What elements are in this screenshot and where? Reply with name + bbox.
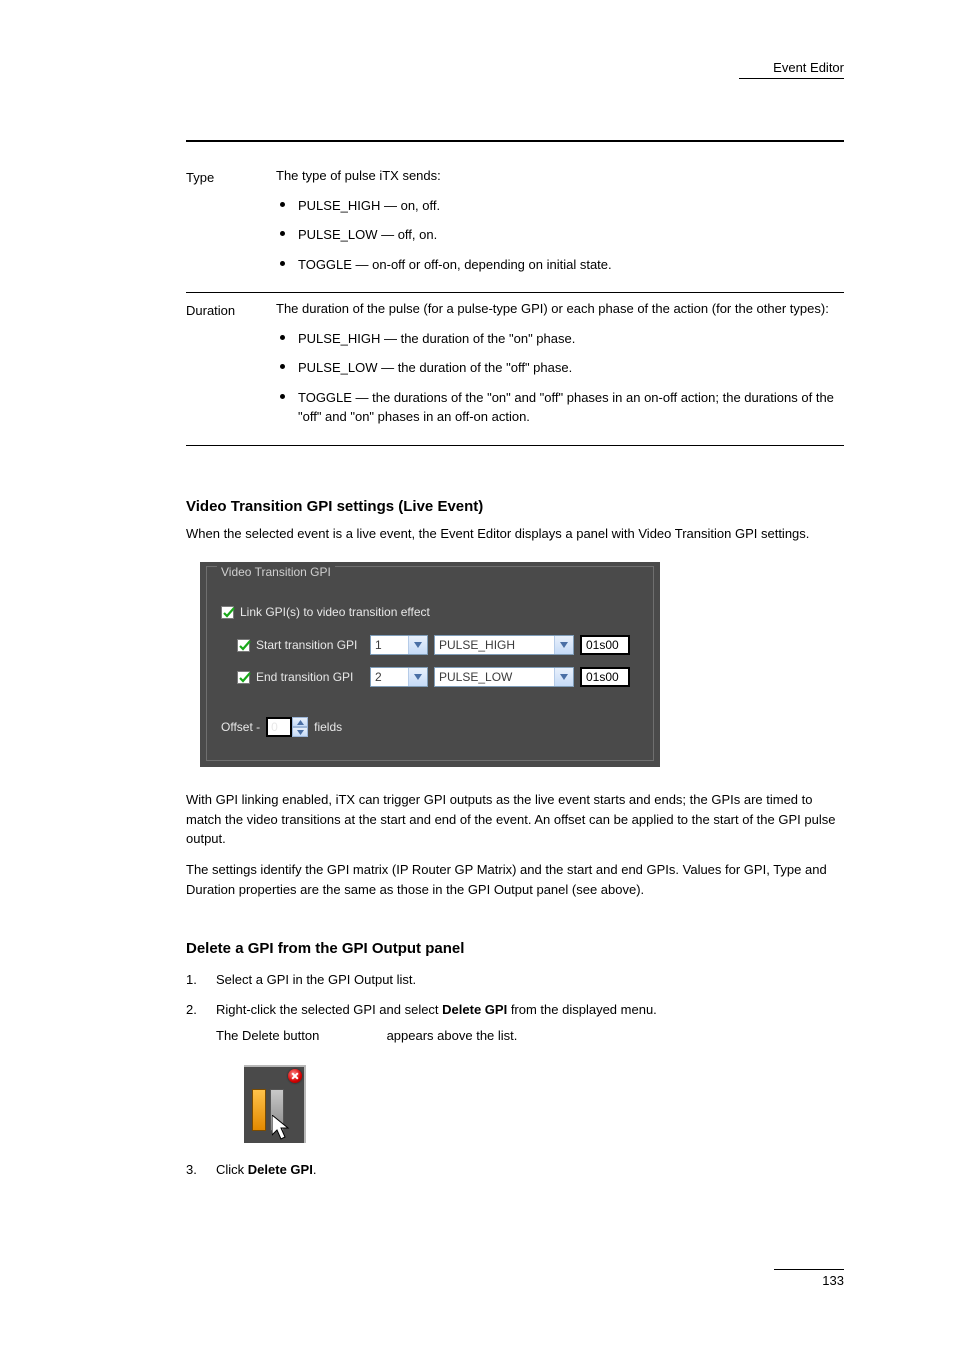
spinner-offset[interactable]: 0: [266, 717, 308, 737]
dropdown-start-gpi-number[interactable]: 1: [370, 635, 428, 655]
row-label-type: Type: [186, 166, 276, 185]
label-offset: Offset -: [221, 720, 260, 734]
bar-icon: [252, 1089, 266, 1131]
heading-video-transition-gpi: Video Transition GPI settings (Live Even…: [186, 498, 844, 515]
bullet: TOGGLE — on-off or off-on, depending on …: [276, 255, 844, 275]
step-sub: The Delete button appears above the list…: [216, 1026, 844, 1046]
bullet: PULSE_LOW — off, on.: [276, 225, 844, 245]
input-value: 01s00: [586, 638, 619, 652]
settings-table: Type The type of pulse iTX sends: PULSE_…: [186, 160, 844, 446]
spinner-value: 0: [266, 717, 292, 737]
chevron-down-icon: [408, 668, 427, 686]
bullet: TOGGLE — the durations of the "on" and "…: [276, 388, 844, 427]
header-rule: [739, 78, 844, 79]
dropdown-value: PULSE_LOW: [439, 670, 512, 684]
paragraph: With GPI linking enabled, iTX can trigge…: [186, 790, 844, 849]
close-icon[interactable]: [288, 1069, 302, 1083]
row-desc-type: The type of pulse iTX sends:: [276, 166, 844, 186]
input-value: 01s00: [586, 670, 619, 684]
bullet: PULSE_LOW — the duration of the "off" ph…: [276, 358, 844, 378]
step-number: 3.: [186, 1160, 206, 1180]
step-number: 2.: [186, 1000, 206, 1020]
cursor-icon: [272, 1115, 294, 1141]
label-offset-unit: fields: [314, 720, 342, 734]
step-text: Right-click the selected GPI and select …: [216, 1000, 844, 1020]
header-section-title: Event Editor: [180, 60, 844, 75]
heading-delete-gpi: Delete a GPI from the GPI Output panel: [186, 940, 844, 957]
row-desc-duration: The duration of the pulse (for a pulse-t…: [276, 299, 844, 319]
fieldset-legend: Video Transition GPI: [217, 565, 335, 579]
top-rule: [186, 140, 844, 142]
dropdown-end-gpi-number[interactable]: 2: [370, 667, 428, 687]
step-text: Click Delete GPI.: [216, 1160, 844, 1180]
step-number: 1.: [186, 970, 206, 990]
chevron-down-icon: [408, 636, 427, 654]
dropdown-value: 1: [375, 638, 382, 652]
dropdown-start-gpi-type[interactable]: PULSE_HIGH: [434, 635, 574, 655]
chevron-down-icon: [554, 636, 573, 654]
bullet: PULSE_HIGH — the duration of the "on" ph…: [276, 329, 844, 349]
footer-rule: [774, 1269, 844, 1270]
dropdown-end-gpi-type[interactable]: PULSE_LOW: [434, 667, 574, 687]
input-end-gpi-duration[interactable]: 01s00: [580, 667, 630, 687]
checkbox-start-transition[interactable]: [237, 639, 250, 652]
spinner-down-icon[interactable]: [292, 727, 308, 737]
spinner-up-icon[interactable]: [292, 717, 308, 727]
checkbox-end-transition[interactable]: [237, 671, 250, 684]
label-start-transition: Start transition GPI: [256, 638, 364, 652]
row-label-duration: Duration: [186, 299, 276, 318]
paragraph: The settings identify the GPI matrix (IP…: [186, 860, 844, 899]
input-start-gpi-duration[interactable]: 01s00: [580, 635, 630, 655]
bullet: PULSE_HIGH — on, off.: [276, 196, 844, 216]
dropdown-value: PULSE_HIGH: [439, 638, 515, 652]
screenshot-video-transition-gpi-panel: Video Transition GPI Link GPI(s) to vide…: [200, 562, 660, 767]
dropdown-value: 2: [375, 670, 382, 684]
label-link-gpis: Link GPI(s) to video transition effect: [240, 605, 430, 619]
page-number: 133: [822, 1273, 844, 1288]
screenshot-delete-button: [244, 1065, 306, 1143]
checkbox-link-gpis[interactable]: [221, 606, 234, 619]
label-end-transition: End transition GPI: [256, 670, 364, 684]
chevron-down-icon: [554, 668, 573, 686]
paragraph: When the selected event is a live event,…: [186, 524, 844, 544]
step-text: Select a GPI in the GPI Output list.: [216, 970, 844, 990]
